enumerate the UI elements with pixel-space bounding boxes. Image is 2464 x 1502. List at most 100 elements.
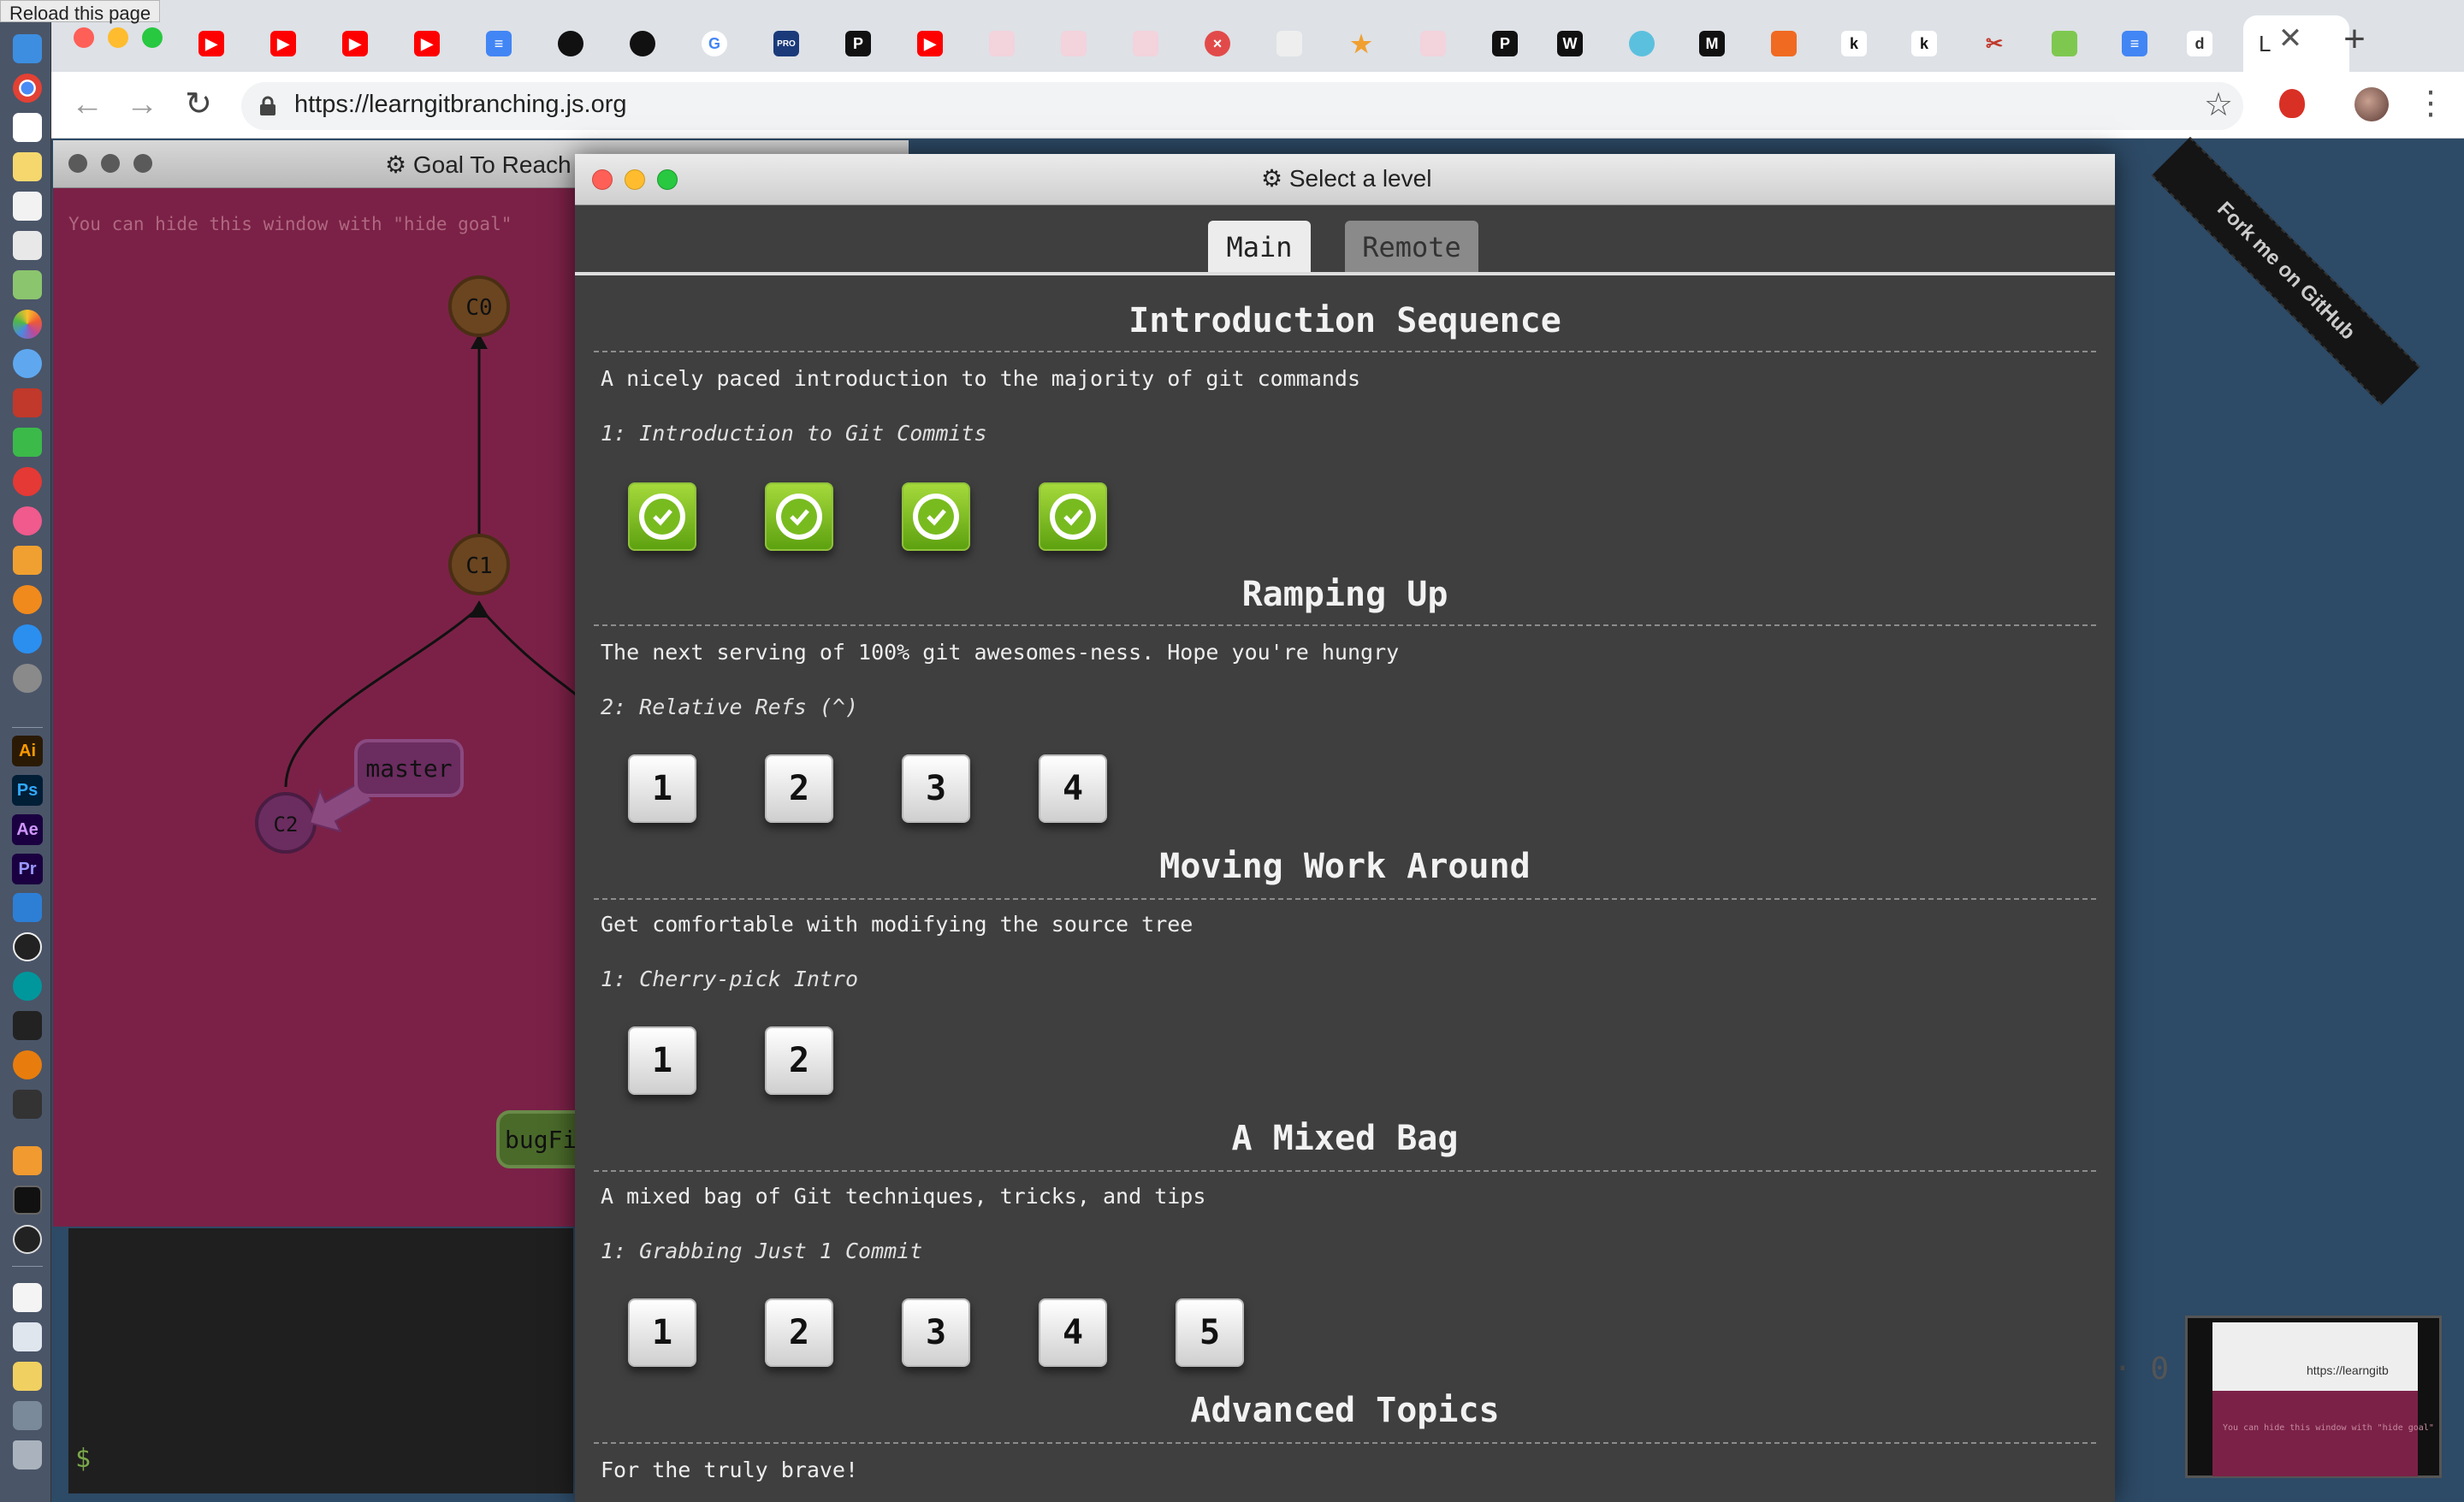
tab-bow-icon-4[interactable] [1420, 31, 1446, 56]
level-button[interactable]: 1 [628, 1026, 696, 1095]
arduino-icon[interactable] [13, 972, 42, 1001]
reload-button[interactable]: ↻ [181, 87, 216, 121]
tab-main[interactable]: Main [1208, 221, 1311, 274]
level-button[interactable]: 3 [902, 1298, 970, 1367]
level-button[interactable]: 1 [628, 1298, 696, 1367]
terminal-icon[interactable] [13, 1186, 42, 1215]
music-icon[interactable] [13, 506, 42, 535]
url-text[interactable]: https://learngitbranching.js.org [294, 91, 627, 119]
level-button-completed[interactable] [765, 482, 833, 551]
tab-google-docs-icon[interactable]: ≡ [486, 31, 512, 56]
photos-icon[interactable] [13, 310, 42, 339]
unity-icon[interactable] [13, 1011, 42, 1040]
tab-green-icon[interactable] [2052, 31, 2077, 56]
pictures-icon[interactable] [13, 1401, 42, 1430]
app-store-icon[interactable] [13, 624, 42, 653]
level-button-completed[interactable] [628, 482, 696, 551]
terminal-area[interactable] [68, 1228, 573, 1493]
sublime-icon[interactable] [13, 1146, 42, 1175]
level-button[interactable]: 4 [1039, 754, 1107, 823]
tab-w-icon[interactable]: W [1557, 31, 1583, 56]
modal-minimize-button[interactable] [625, 169, 645, 190]
premiere-icon[interactable]: Pr [12, 854, 43, 884]
goal-close-button[interactable] [68, 154, 87, 173]
level-button[interactable]: 2 [765, 1298, 833, 1367]
tab-star-icon[interactable]: ★ [1348, 31, 1374, 57]
calendar-icon[interactable] [13, 113, 42, 142]
tab-orange-icon[interactable] [1771, 31, 1797, 56]
tab-github-icon-2[interactable] [630, 31, 655, 56]
illustrator-icon[interactable]: Ai [12, 736, 43, 766]
photoshop-icon[interactable]: Ps [12, 775, 43, 806]
messages-icon[interactable] [13, 349, 42, 378]
goal-minimize-button[interactable] [101, 154, 120, 173]
blender-icon[interactable] [13, 1050, 42, 1079]
downloads-icon[interactable] [13, 1322, 42, 1351]
browser-menu-icon[interactable]: ⋮ [2414, 86, 2447, 120]
level-button[interactable]: 5 [1176, 1298, 1244, 1367]
modal-close-button[interactable] [592, 169, 613, 190]
back-button[interactable]: ← [70, 87, 104, 121]
tab-bow-icon-3[interactable] [1133, 31, 1158, 56]
tab-medium-icon[interactable]: M [1699, 31, 1725, 56]
document-icon[interactable] [13, 1283, 42, 1312]
tab-youtube-icon-5[interactable]: ▶ [917, 31, 943, 56]
trash-icon[interactable] [13, 1440, 42, 1469]
stack-icon[interactable] [13, 1362, 42, 1391]
tab-scissors-icon[interactable]: ✂ [1981, 31, 2007, 56]
app-badge-icon[interactable] [13, 1090, 42, 1119]
tab-bow-icon[interactable] [989, 31, 1015, 56]
blocked-app-icon[interactable] [13, 467, 42, 496]
level-button[interactable]: 1 [628, 754, 696, 823]
opera-extension-icon[interactable] [2279, 89, 2305, 118]
photobooth-icon[interactable] [13, 388, 42, 417]
notes-icon[interactable] [13, 152, 42, 181]
tab-close-icon[interactable]: ✕ [2276, 24, 2305, 53]
tab-p-icon-2[interactable]: P [1492, 31, 1518, 56]
tab-bow-icon-2[interactable] [1061, 31, 1087, 56]
level-button[interactable]: 4 [1039, 1298, 1107, 1367]
tab-sewing-icon[interactable] [1276, 31, 1302, 56]
textedit-icon[interactable] [13, 192, 42, 221]
tab-page-icon[interactable]: d [2187, 31, 2212, 56]
tab-github-icon[interactable] [558, 31, 583, 56]
finder-icon[interactable] [13, 34, 42, 63]
tab-google-docs-icon-2[interactable]: ≡ [2122, 31, 2147, 56]
system-preferences-icon[interactable] [13, 664, 42, 693]
minimize-window-button[interactable] [108, 27, 128, 48]
bookmark-star-icon[interactable]: ☆ [2204, 87, 2233, 121]
level-button[interactable]: 2 [765, 754, 833, 823]
tab-pro-icon[interactable]: PRO [773, 31, 799, 56]
maximize-window-button[interactable] [142, 27, 163, 48]
quicktime-icon[interactable] [13, 1225, 42, 1254]
tab-youtube-icon-2[interactable]: ▶ [270, 31, 296, 56]
maps-icon[interactable] [13, 270, 42, 299]
facetime-icon[interactable] [13, 428, 42, 457]
after-effects-icon[interactable]: Ae [12, 814, 43, 845]
profile-avatar[interactable] [2354, 87, 2389, 121]
tab-k-icon[interactable]: k [1841, 31, 1867, 56]
new-tab-button[interactable]: + [2339, 21, 2370, 58]
tab-k-icon-2[interactable]: k [1911, 31, 1937, 56]
level-button-completed[interactable] [902, 482, 970, 551]
chrome-icon[interactable] [13, 74, 42, 103]
level-button[interactable]: 3 [902, 754, 970, 823]
books-icon[interactable] [13, 585, 42, 614]
goal-maximize-button[interactable] [133, 154, 152, 173]
tab-bird-icon[interactable] [1629, 31, 1655, 56]
pages-icon[interactable] [13, 546, 42, 575]
forward-button[interactable]: → [125, 87, 159, 121]
tab-error-icon[interactable]: × [1205, 31, 1230, 56]
tab-p-icon[interactable]: P [845, 31, 871, 56]
level-button[interactable]: 2 [765, 1026, 833, 1095]
tab-remote[interactable]: Remote [1345, 221, 1478, 274]
tab-google-icon[interactable]: G [702, 31, 727, 56]
modal-maximize-button[interactable] [657, 169, 678, 190]
tab-youtube-icon-3[interactable]: ▶ [342, 31, 368, 56]
plex-icon[interactable] [13, 932, 42, 961]
tab-youtube-icon-4[interactable]: ▶ [414, 31, 440, 56]
screen-app-icon[interactable] [13, 893, 42, 922]
preview-icon[interactable] [13, 231, 42, 260]
tab-youtube-icon[interactable]: ▶ [198, 31, 224, 56]
level-button-completed[interactable] [1039, 482, 1107, 551]
